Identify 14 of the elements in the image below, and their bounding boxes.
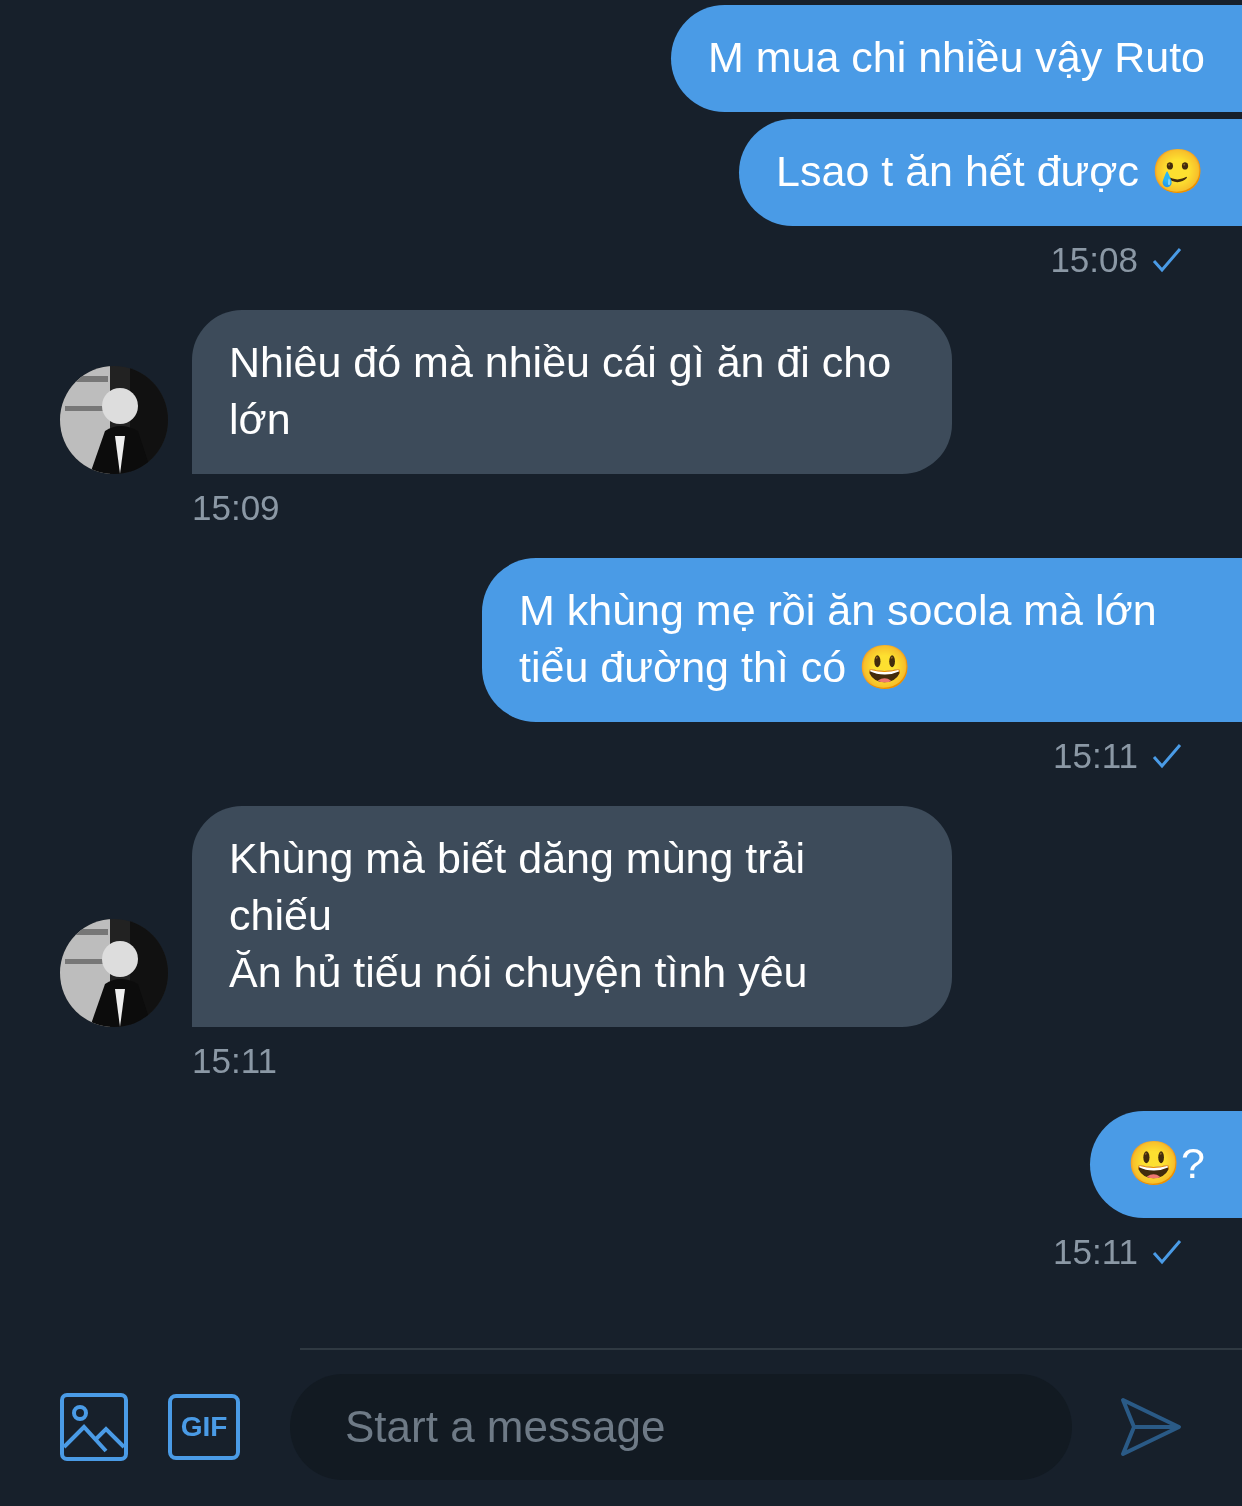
message-input[interactable]: Start a message: [290, 1374, 1072, 1480]
message-bubble: Khùng mà biết dăng mùng trải chiếu Ăn hủ tiếu nói chuyện tình yêu: [192, 806, 952, 1027]
message-bubble: Lsao t ăn hết được 🥲: [739, 119, 1242, 226]
message-bubble: M khùng mẹ rồi ăn socola mà lớn tiểu đường thì có 😃: [482, 558, 1242, 722]
gif-button[interactable]: GIF: [168, 1394, 240, 1460]
message-time: 15:09: [192, 488, 280, 528]
message-time: 15:11: [1053, 736, 1138, 776]
message-time: 15:11: [1053, 1232, 1138, 1272]
message-bubble: 😃?: [1090, 1111, 1242, 1218]
message-bubble: M mua chi nhiều vậy Ruto: [670, 5, 1242, 112]
message-time: 15:11: [192, 1041, 277, 1081]
message-time: 15:08: [1050, 240, 1138, 280]
image-icon[interactable]: [60, 1393, 128, 1461]
message-bubble: Nhiêu đó mà nhiều cái gì ăn đi cho lớn: [192, 310, 952, 474]
